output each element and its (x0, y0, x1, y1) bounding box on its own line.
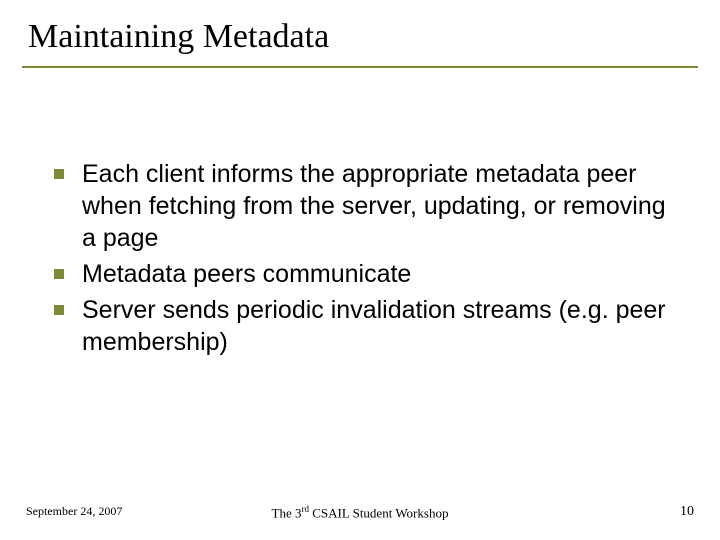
bullet-list: Each client informs the appropriate meta… (22, 158, 698, 358)
square-bullet-icon (54, 169, 64, 179)
venue-suffix: CSAIL Student Workshop (309, 505, 448, 520)
footer-venue: The 3rd CSAIL Student Workshop (272, 504, 449, 521)
list-item: Each client informs the appropriate meta… (54, 158, 678, 254)
list-item: Metadata peers communicate (54, 258, 678, 290)
bullet-text: Each client informs the appropriate meta… (82, 158, 678, 254)
footer: September 24, 2007 The 3rd CSAIL Student… (0, 504, 720, 520)
list-item: Server sends periodic invalidation strea… (54, 294, 678, 358)
square-bullet-icon (54, 305, 64, 315)
footer-date: September 24, 2007 (26, 504, 122, 519)
square-bullet-icon (54, 269, 64, 279)
title-rule: Maintaining Metadata (22, 18, 698, 68)
slide-title: Maintaining Metadata (28, 18, 698, 56)
venue-prefix: The 3 (272, 505, 302, 520)
bullet-text: Metadata peers communicate (82, 258, 411, 290)
page-number: 10 (680, 504, 694, 520)
bullet-text: Server sends periodic invalidation strea… (82, 294, 678, 358)
slide: Maintaining Metadata Each client informs… (0, 0, 720, 540)
